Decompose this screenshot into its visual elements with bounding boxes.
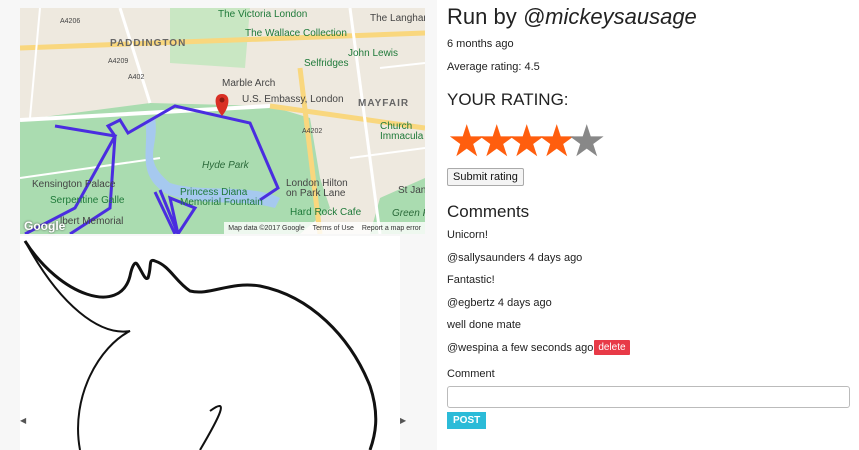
star-3-icon[interactable]: ★ — [507, 120, 546, 164]
map-label-green-park: Green P — [392, 208, 425, 219]
comment-text: Fantastic! — [447, 274, 495, 286]
terms-link[interactable]: Terms of Use — [313, 225, 354, 232]
delete-comment-button[interactable]: delete — [594, 340, 630, 355]
map-label-kensington: Kensington Palace — [32, 179, 116, 190]
scroll-right-icon[interactable]: ▶ — [400, 416, 406, 425]
scroll-left-icon[interactable]: ◀ — [20, 416, 26, 425]
post-comment-button[interactable]: POST — [447, 412, 487, 429]
map-label-serpentine: Serpentine Galle — [50, 195, 125, 206]
comment-meta: @wespina a few seconds ago — [447, 341, 594, 354]
route-map[interactable]: PADDINGTON The Victoria London The Walla… — [20, 8, 425, 234]
report-map-error-link[interactable]: Report a map error — [362, 225, 421, 232]
map-label-us-embassy: U.S. Embassy, London — [242, 94, 344, 105]
run-author[interactable]: @mickeysausage — [523, 4, 697, 29]
comment-text: well done mate — [447, 319, 521, 331]
map-label-selfridges: Selfridges — [304, 58, 349, 69]
comment-text: Unicorn! — [447, 229, 488, 241]
your-rating-heading: YOUR RATING: — [447, 90, 569, 109]
google-logo: Google — [24, 219, 66, 233]
map-label-hilton-2: on Park Lane — [286, 188, 346, 199]
comments-heading: Comments — [447, 202, 530, 221]
comment-input[interactable] — [447, 386, 850, 408]
map-label-victoria: The Victoria London — [218, 9, 308, 20]
comment-meta: @sallysaunders 4 days ago — [447, 252, 583, 264]
map-label-st-james: St Jan — [398, 185, 425, 196]
star-2-icon[interactable]: ★ — [477, 120, 516, 164]
star-rating[interactable]: ★ ★ ★ ★ ★ — [447, 120, 606, 164]
map-label-hyde-park: Hyde Park — [202, 160, 249, 171]
map-label-immacula: Immacula — [380, 131, 424, 142]
map-label-diana-2: Memorial Fountain — [180, 197, 263, 208]
unicorn-outline-icon — [23, 240, 378, 450]
comment-label: Comment — [447, 368, 495, 380]
map-label-john-lewis: John Lewis — [348, 48, 399, 59]
run-age: 6 months ago — [447, 38, 514, 50]
map-label-road-a402: A402 — [128, 74, 145, 81]
unicorn-drawing: ◀ — [20, 236, 400, 450]
map-label-road-a4206: A4206 — [60, 18, 81, 25]
map-label-albert: lbert Memorial — [60, 216, 124, 227]
submit-rating-button[interactable]: Submit rating — [447, 168, 524, 186]
star-5-icon[interactable]: ★ — [567, 120, 606, 164]
title-prefix: Run by — [447, 4, 523, 29]
map-label-mayfair: MAYFAIR — [358, 98, 410, 109]
map-label-paddington: PADDINGTON — [110, 38, 187, 49]
map-label-road-a4209: A4209 — [108, 58, 129, 65]
comment-meta-row: @wespina a few seconds ago delete — [447, 340, 630, 355]
star-1-icon[interactable]: ★ — [447, 120, 486, 164]
left-panel: PADDINGTON The Victoria London The Walla… — [0, 0, 437, 450]
map-footer: Map data ©2017 Google Terms of Use Repor… — [224, 222, 425, 234]
map-data-credit: Map data ©2017 Google — [228, 224, 305, 232]
average-rating: Average rating: 4.5 — [447, 61, 540, 73]
map-label-road-a4202: A4202 — [302, 128, 323, 135]
map-label-marble-arch: Marble Arch — [222, 78, 276, 89]
map-label-hard-rock: Hard Rock Cafe — [290, 207, 362, 218]
map-label-wallace: The Wallace Collection — [245, 28, 347, 39]
map-label-langham: The Langham — [370, 13, 425, 24]
page-title: Run by @mickeysausage — [447, 4, 697, 30]
comment-meta: @egbertz 4 days ago — [447, 297, 552, 309]
star-4-icon[interactable]: ★ — [537, 120, 576, 164]
